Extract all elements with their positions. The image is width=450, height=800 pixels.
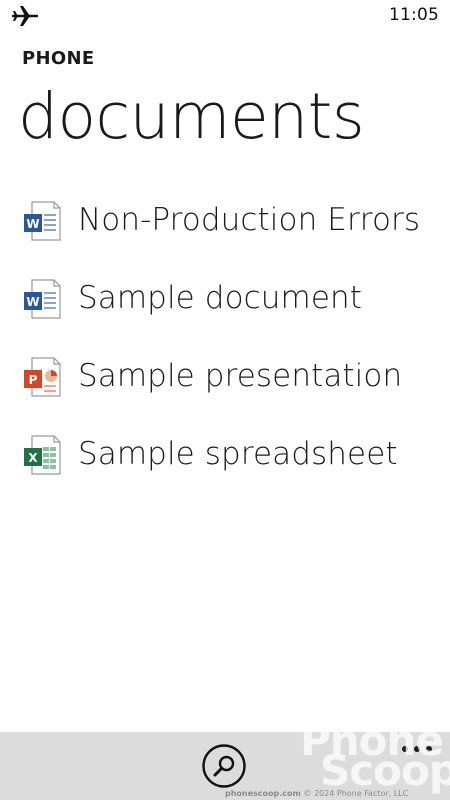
list-item-sample-document[interactable]: W Sample document <box>0 268 450 346</box>
word-doc-icon: W <box>24 201 61 241</box>
document-label: Sample document <box>78 280 362 316</box>
svg-text:P: P <box>29 373 38 387</box>
svg-text:W: W <box>26 217 39 231</box>
watermark-site: phonescoop.com <box>225 789 301 798</box>
list-item-sample-presentation[interactable]: P Sample presentation <box>0 346 450 424</box>
clock: 11:05 <box>389 5 439 25</box>
copyright-footer: phonescoop.com © 2024 Phone Factor, LLC <box>225 789 408 798</box>
app-title: PHONE <box>22 48 95 69</box>
more-dot <box>402 746 408 752</box>
excel-doc-icon: X <box>24 435 61 475</box>
document-label: Sample presentation <box>78 358 403 394</box>
document-list: W Non-Production Errors W Sample documen… <box>0 190 450 502</box>
list-item-sample-spreadsheet[interactable]: X Sample spreadsheet <box>0 424 450 502</box>
search-icon[interactable] <box>202 744 246 788</box>
watermark-copyright: © 2024 Phone Factor, LLC <box>303 789 409 798</box>
svg-text:W: W <box>26 295 39 309</box>
document-label: Sample spreadsheet <box>78 436 398 472</box>
list-item-non-production-errors[interactable]: W Non-Production Errors <box>0 190 450 268</box>
airplane-icon <box>12 6 38 26</box>
more-icon[interactable] <box>400 746 434 760</box>
more-dot <box>414 746 420 752</box>
page-title: documents <box>18 80 365 153</box>
more-dot <box>426 746 432 752</box>
status-bar: 11:05 <box>0 0 450 32</box>
screen: 11:05 PHONE documents W Non-Production E… <box>0 0 450 800</box>
word-doc-icon: W <box>24 279 61 319</box>
powerpoint-doc-icon: P <box>24 357 61 397</box>
svg-text:X: X <box>28 451 38 465</box>
document-label: Non-Production Errors <box>78 202 421 238</box>
